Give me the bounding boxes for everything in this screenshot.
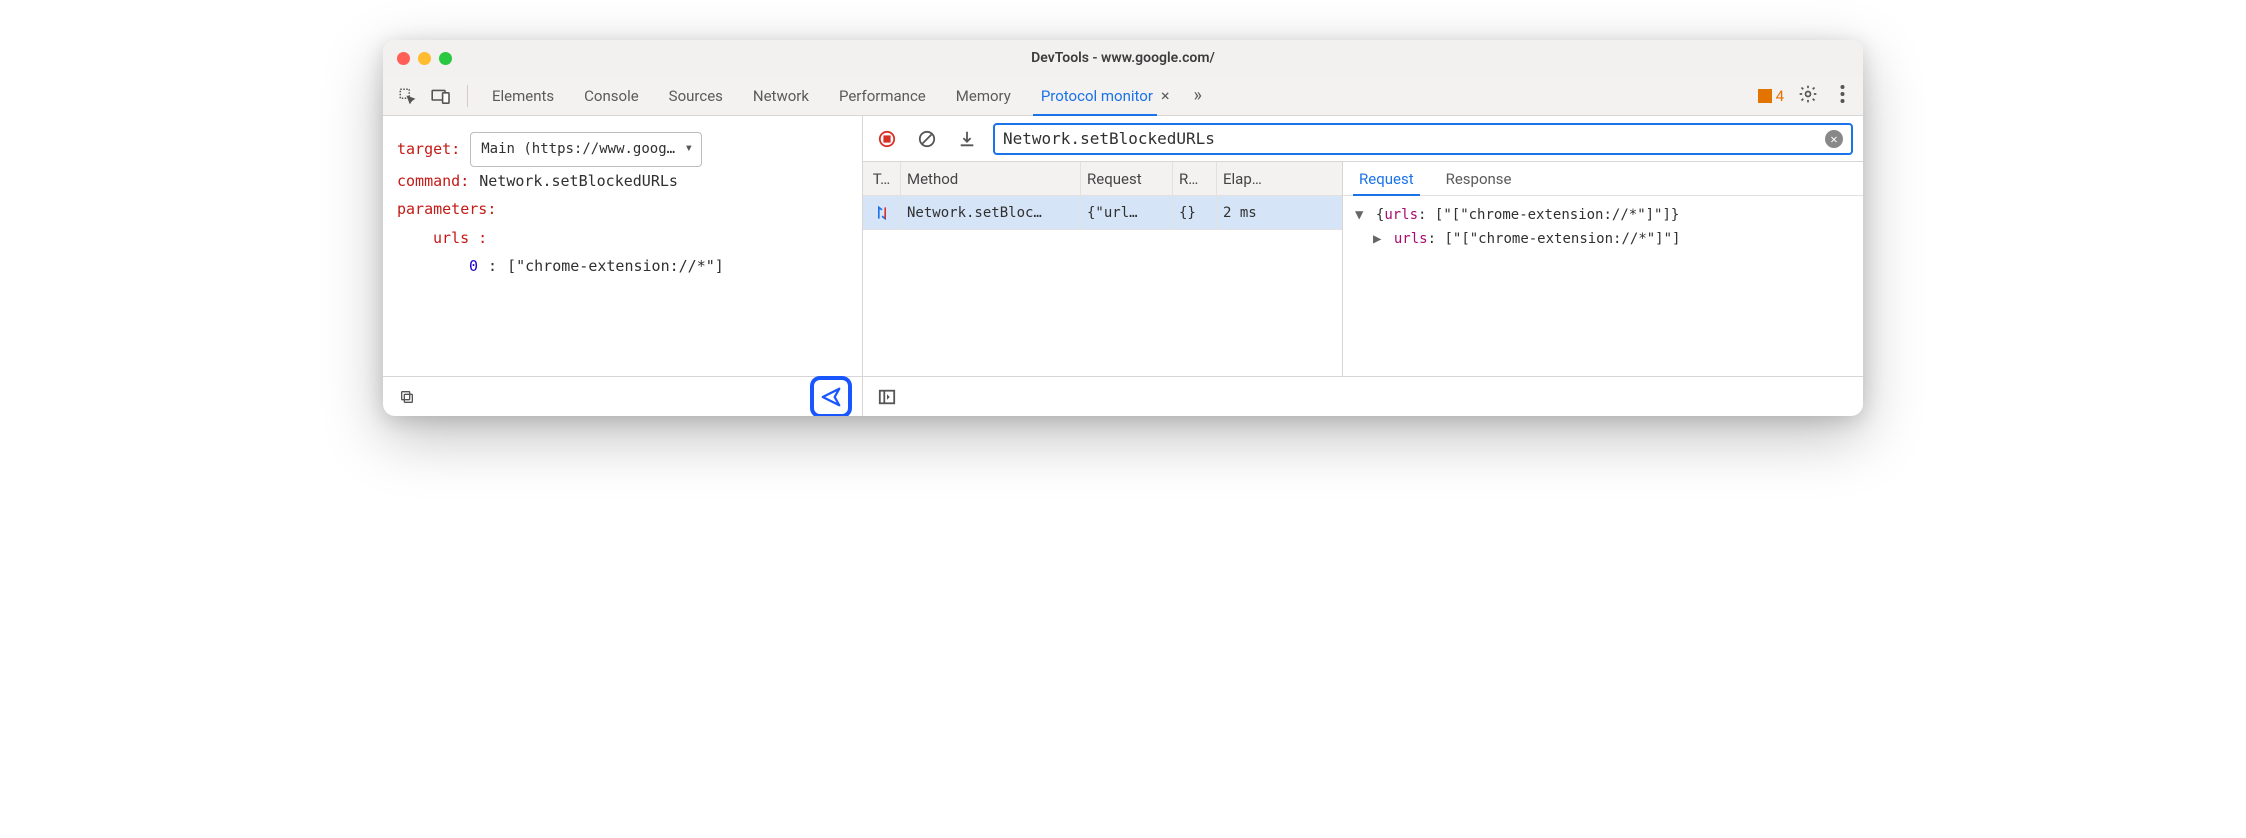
param-colon: : (488, 252, 497, 281)
log-body: T… Method Request R… Elap… Network.setBl… (863, 162, 1863, 376)
tab-network[interactable]: Network (741, 76, 821, 115)
right-footer (863, 376, 1863, 416)
devtools-window: DevTools - www.google.com/ Elements Cons… (383, 40, 1863, 416)
row-type-icon (863, 196, 901, 229)
val-1: ["["chrome-extension://*"]"] (1435, 207, 1671, 223)
row-method: Network.setBloc… (901, 196, 1081, 229)
tab-console[interactable]: Console (572, 76, 651, 115)
table-row[interactable]: Network.setBloc… {"url… {} 2 ms (863, 196, 1342, 230)
device-toggle-icon[interactable] (427, 82, 455, 110)
settings-icon[interactable] (1790, 84, 1826, 108)
filter-input[interactable]: Network.setBlockedURLs ✕ (993, 123, 1853, 155)
tree-line-root[interactable]: ▼ {urls: ["["chrome-extension://*"]"]} (1355, 204, 1851, 228)
clear-log-icon[interactable] (913, 125, 941, 153)
param-key: urls : (433, 224, 487, 253)
warning-icon (1758, 89, 1772, 103)
row-response: {} (1173, 196, 1217, 229)
command-row: command: Network.setBlockedURLs (397, 167, 848, 196)
command-value[interactable]: Network.setBlockedURLs (479, 167, 678, 196)
window-title: DevTools - www.google.com/ (383, 50, 1863, 66)
tree-line-child[interactable]: ▶ urls: ["["chrome-extension://*"]"] (1355, 228, 1851, 252)
prop-urls-2: urls (1394, 231, 1428, 247)
col-method[interactable]: Method (901, 162, 1081, 195)
clear-filter-icon[interactable]: ✕ (1825, 130, 1843, 148)
command-editor-body: target: Main (https://www.goog… command:… (383, 116, 862, 376)
param-index: 0 (469, 252, 478, 281)
close-window-button[interactable] (397, 52, 410, 65)
tab-protocol-monitor[interactable]: Protocol monitor × (1029, 76, 1182, 115)
col-elapsed[interactable]: Elap… (1217, 162, 1342, 195)
download-icon[interactable] (953, 125, 981, 153)
issues-badge[interactable]: 4 (1758, 87, 1784, 105)
toggle-sidebar-icon[interactable] (873, 383, 901, 411)
inspect-element-icon[interactable] (393, 82, 421, 110)
command-editor-panel: target: Main (https://www.goog… command:… (383, 116, 863, 416)
issues-count: 4 (1776, 87, 1784, 105)
editor-footer (383, 376, 862, 416)
record-button[interactable] (873, 125, 901, 153)
tab-elements[interactable]: Elements (480, 76, 566, 115)
expand-icon[interactable]: ▼ (1355, 207, 1363, 223)
log-toolbar: Network.setBlockedURLs ✕ (863, 116, 1863, 162)
detail-tab-response[interactable]: Response (1440, 162, 1518, 195)
collapse-icon[interactable]: ▶ (1373, 231, 1381, 247)
send-command-button[interactable] (810, 376, 852, 417)
copy-icon[interactable] (393, 383, 421, 411)
param-item-row: 0 : ["chrome-extension://*"] (397, 252, 848, 281)
col-type[interactable]: T… (863, 162, 901, 195)
minimize-window-button[interactable] (418, 52, 431, 65)
tab-protocol-monitor-label: Protocol monitor (1041, 87, 1153, 105)
target-row: target: Main (https://www.goog… (397, 132, 848, 167)
more-options-icon[interactable] (1832, 85, 1853, 107)
tab-performance[interactable]: Performance (827, 76, 938, 115)
target-select[interactable]: Main (https://www.goog… (470, 132, 702, 167)
filter-input-value: Network.setBlockedURLs (1003, 129, 1825, 148)
log-table: T… Method Request R… Elap… Network.setBl… (863, 162, 1343, 376)
parameters-row: parameters: (397, 195, 848, 224)
detail-tabs: Request Response (1343, 162, 1863, 196)
label-command: command: (397, 167, 469, 196)
tab-memory[interactable]: Memory (944, 76, 1023, 115)
col-response[interactable]: R… (1173, 162, 1217, 195)
detail-tab-request[interactable]: Request (1353, 162, 1420, 195)
detail-panel: Request Response ▼ {urls: ["["chrome-ext… (1343, 162, 1863, 376)
label-parameters: parameters: (397, 195, 496, 224)
prop-urls-1: urls (1384, 207, 1418, 223)
protocol-log-panel: Network.setBlockedURLs ✕ T… Method Reque… (863, 116, 1863, 416)
log-table-header: T… Method Request R… Elap… (863, 162, 1342, 196)
val-2: ["["chrome-extension://*"]"] (1444, 231, 1680, 247)
more-tabs-icon[interactable]: » (1193, 85, 1201, 106)
brace-close: } (1671, 207, 1679, 223)
window-titlebar: DevTools - www.google.com/ (383, 40, 1863, 76)
detail-body: ▼ {urls: ["["chrome-extension://*"]"]} ▶… (1343, 196, 1863, 260)
tab-sources[interactable]: Sources (657, 76, 735, 115)
param-value[interactable]: ["chrome-extension://*"] (507, 252, 724, 281)
label-target: target: (397, 135, 460, 164)
traffic-lights (397, 52, 452, 65)
maximize-window-button[interactable] (439, 52, 452, 65)
row-request: {"url… (1081, 196, 1173, 229)
main-content: target: Main (https://www.goog… command:… (383, 116, 1863, 416)
col-request[interactable]: Request (1081, 162, 1173, 195)
row-elapsed: 2 ms (1217, 196, 1342, 229)
main-toolbar: Elements Console Sources Network Perform… (383, 76, 1863, 116)
param-urls-row: urls : (397, 224, 848, 253)
close-tab-icon[interactable]: × (1161, 86, 1170, 105)
